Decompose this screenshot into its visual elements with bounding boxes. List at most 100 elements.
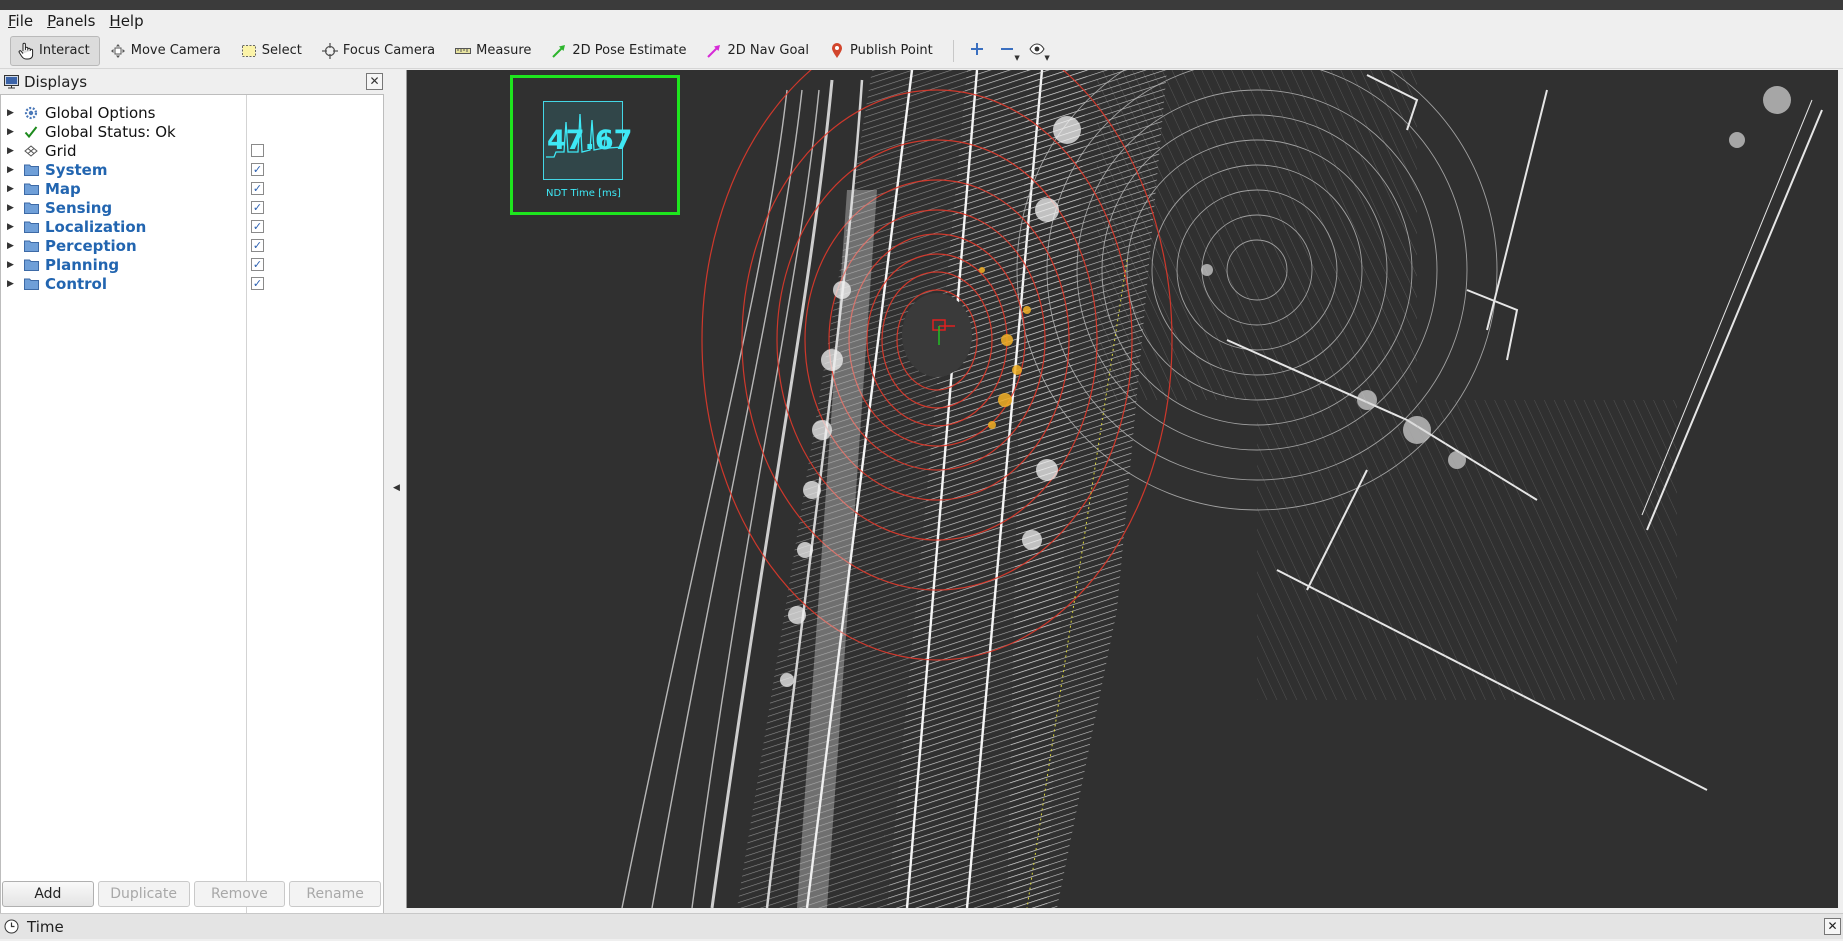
chevron-down-icon: ▼ [1014, 53, 1020, 62]
tree-item-control[interactable]: ▶ Control ✓ [1, 274, 381, 293]
magenta-arrow-icon [705, 42, 723, 60]
localization-checkbox[interactable]: ✓ [251, 220, 264, 233]
displays-panel: Displays ✕ ▶ Global Options ▶ Global Sta… [0, 70, 385, 939]
remove-tool-button[interactable]: ▼ [992, 36, 1022, 66]
rename-button[interactable]: Rename [289, 881, 381, 907]
focus-camera-tool-label: Focus Camera [342, 43, 436, 58]
expand-arrow-icon[interactable]: ▶ [7, 222, 17, 232]
ndt-time-value: 47.67 [547, 125, 633, 156]
tree-item-map[interactable]: ▶ Map ✓ [1, 179, 381, 198]
publish-point-tool-label: Publish Point [850, 43, 933, 58]
add-tool-button[interactable] [962, 36, 992, 66]
tree-item-label: Global Status: Ok [45, 122, 176, 141]
tree-item-label: Sensing [45, 198, 113, 217]
displays-button-row: Add Duplicate Remove Rename [0, 879, 385, 909]
move-camera-tool-button[interactable]: Move Camera [102, 36, 231, 66]
tree-item-label: Grid [45, 141, 77, 160]
chevron-down-icon: ▼ [1044, 53, 1050, 62]
tree-item-label: Map [45, 179, 81, 198]
collapse-arrow-icon[interactable]: ◀ [393, 483, 400, 493]
folder-icon [23, 238, 39, 254]
clock-icon [4, 919, 19, 934]
green-arrow-icon [550, 42, 568, 60]
tree-item-global-status[interactable]: ▶ Global Status: Ok [1, 122, 381, 141]
map-checkbox[interactable]: ✓ [251, 182, 264, 195]
render-viewport[interactable]: 47.67 NDT Time [ms] [406, 70, 1838, 908]
folder-icon [23, 276, 39, 292]
expand-arrow-icon[interactable]: ▶ [7, 184, 17, 194]
expand-arrow-icon[interactable]: ▶ [7, 108, 17, 118]
expand-arrow-icon[interactable]: ▶ [7, 260, 17, 270]
gear-icon [23, 105, 39, 121]
focus-camera-tool-button[interactable]: Focus Camera [314, 36, 445, 66]
remove-button[interactable]: Remove [193, 881, 286, 907]
vehicle-center [902, 293, 972, 377]
grid-icon [23, 143, 39, 159]
expand-arrow-icon[interactable]: ▶ [7, 203, 17, 213]
tree-item-grid[interactable]: ▶ Grid [1, 141, 381, 160]
interact-tool-label: Interact [39, 43, 90, 58]
control-checkbox[interactable]: ✓ [251, 277, 264, 290]
visibility-tool-button[interactable]: ▼ [1022, 36, 1052, 66]
tree-item-perception[interactable]: ▶ Perception ✓ [1, 236, 381, 255]
hand-pointer-icon [17, 42, 35, 60]
focus-camera-icon [321, 42, 339, 60]
tree-item-label: Control [45, 274, 108, 293]
folder-icon [23, 162, 39, 178]
tree-item-system[interactable]: ▶ System ✓ [1, 160, 381, 179]
toolbar-separator [952, 39, 954, 62]
measure-tool-label: Measure [476, 43, 532, 58]
tree-item-label: System [45, 160, 108, 179]
right-panel-edge [1838, 70, 1843, 908]
close-icon[interactable]: ✕ [1824, 918, 1841, 935]
grid-checkbox[interactable] [251, 144, 264, 157]
publish-point-tool-button[interactable]: Publish Point [821, 36, 943, 66]
tree-item-label: Localization [45, 217, 147, 236]
tree-item-label: Perception [45, 236, 137, 255]
menu-bar: File Panels Help [0, 10, 1843, 32]
pose-estimate-tool-button[interactable]: 2D Pose Estimate [543, 36, 696, 66]
tree-item-localization[interactable]: ▶ Localization ✓ [1, 217, 381, 236]
expand-arrow-icon[interactable]: ▶ [7, 127, 17, 137]
panel-splitter[interactable]: ◀ [389, 70, 405, 908]
folder-icon [23, 257, 39, 273]
monitor-icon [4, 75, 19, 89]
ndt-time-caption: NDT Time [ms] [546, 188, 621, 199]
expand-arrow-icon[interactable]: ▶ [7, 146, 17, 156]
menu-panels[interactable]: Panels [47, 12, 95, 30]
close-icon[interactable]: ✕ [366, 73, 383, 90]
displays-panel-header: Displays ✕ [0, 70, 385, 94]
perception-checkbox[interactable]: ✓ [251, 239, 264, 252]
tree-item-planning[interactable]: ▶ Planning ✓ [1, 255, 381, 274]
menu-help[interactable]: Help [109, 12, 143, 30]
pose-estimate-tool-label: 2D Pose Estimate [572, 43, 687, 58]
tool-bar: Interact Move Camera Select Focus Camera… [0, 33, 1843, 69]
map-pin-icon [828, 42, 846, 60]
select-box-icon [240, 42, 258, 60]
measure-tool-button[interactable]: Measure [447, 36, 541, 66]
minus-icon [1000, 42, 1014, 60]
expand-arrow-icon[interactable]: ▶ [7, 279, 17, 289]
displays-panel-title: Displays [24, 73, 88, 91]
nav-goal-tool-label: 2D Nav Goal [727, 43, 810, 58]
expand-arrow-icon[interactable]: ▶ [7, 241, 17, 251]
menu-file[interactable]: File [8, 12, 33, 30]
add-button[interactable]: Add [2, 881, 94, 907]
tree-item-label: Global Options [45, 103, 156, 122]
expand-arrow-icon[interactable]: ▶ [7, 165, 17, 175]
planning-checkbox[interactable]: ✓ [251, 258, 264, 271]
duplicate-button[interactable]: Duplicate [97, 881, 190, 907]
nav-goal-tool-button[interactable]: 2D Nav Goal [698, 36, 819, 66]
plus-icon [970, 42, 984, 60]
sensing-checkbox[interactable]: ✓ [251, 201, 264, 214]
displays-tree: ▶ Global Options ▶ Global Status: Ok ▶ G… [0, 94, 384, 939]
tree-item-sensing[interactable]: ▶ Sensing ✓ [1, 198, 381, 217]
select-tool-button[interactable]: Select [233, 36, 312, 66]
tree-item-global-options[interactable]: ▶ Global Options [1, 103, 381, 122]
eye-icon [1029, 42, 1045, 59]
ndt-time-overlay: 47.67 NDT Time [ms] [510, 75, 680, 215]
move-camera-tool-label: Move Camera [130, 43, 221, 58]
system-checkbox[interactable]: ✓ [251, 163, 264, 176]
interact-tool-button[interactable]: Interact [10, 35, 100, 66]
folder-icon [23, 181, 39, 197]
